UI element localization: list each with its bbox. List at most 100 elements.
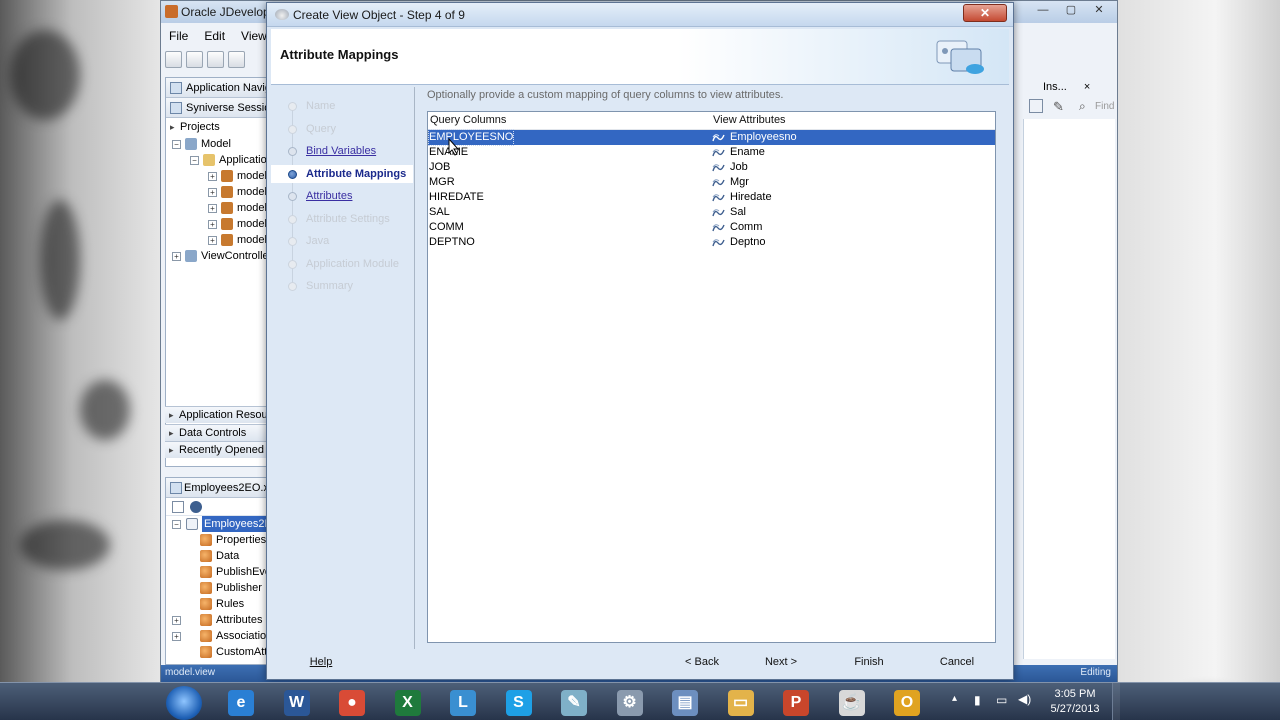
step-attributes[interactable]: Attributes [271, 187, 413, 205]
maximize-icon[interactable]: ▢ [1059, 3, 1083, 19]
properties-icon[interactable] [1029, 99, 1043, 113]
view-attribute-cell[interactable]: Hiredate [730, 190, 772, 205]
pencil-icon[interactable]: ✎ [1053, 99, 1064, 115]
view-attribute-cell[interactable]: Ename [730, 145, 765, 160]
taskbar-app[interactable]: O [884, 686, 930, 720]
taskbar-app[interactable]: ⚙ [607, 686, 653, 720]
projects-header[interactable]: ▸ Projects [166, 118, 266, 136]
cancel-button[interactable]: Cancel [919, 653, 995, 671]
expand-icon[interactable]: + [208, 172, 217, 181]
expand-icon[interactable]: + [172, 616, 181, 625]
open-icon[interactable] [186, 51, 203, 68]
taskbar-app[interactable]: ● [329, 686, 375, 720]
step-attribute-mappings[interactable]: Attribute Mappings [271, 164, 413, 183]
next-button[interactable]: Next > [745, 653, 817, 671]
taskbar-app[interactable]: L [440, 686, 486, 720]
view-attribute-cell[interactable]: Job [730, 160, 748, 175]
expand-icon[interactable]: + [208, 236, 217, 245]
collapse-icon[interactable]: − [172, 140, 181, 149]
structure-item[interactable]: Rules [166, 596, 266, 612]
binoculars-icon[interactable] [190, 501, 202, 513]
taskbar-app[interactable]: ☕ [829, 686, 875, 720]
view-attribute-cell[interactable]: Employeesno [730, 130, 797, 145]
monitor-icon[interactable]: ▭ [996, 693, 1007, 707]
minimize-icon[interactable]: — [1031, 3, 1055, 19]
tab-connection[interactable]: Syniverse Session [166, 98, 266, 118]
start-button[interactable] [166, 686, 202, 720]
table-row[interactable]: SAL Sal [428, 205, 995, 220]
collapse-icon[interactable]: − [172, 520, 181, 529]
tree-item[interactable]: + model [166, 168, 267, 184]
structure-item[interactable]: Properties [166, 532, 266, 548]
structure-item[interactable]: Data [166, 548, 266, 564]
structure-item[interactable]: Publisher [166, 580, 266, 596]
query-column-cell[interactable]: COMM [429, 220, 464, 235]
volume-icon[interactable]: ◀) [1018, 692, 1031, 706]
expand-icon[interactable]: + [172, 252, 181, 261]
tree-item[interactable]: − Model [166, 136, 266, 152]
clock[interactable]: 3:05 PM 5/27/2013 [1040, 687, 1110, 717]
query-column-cell[interactable]: JOB [429, 160, 450, 175]
taskbar-app[interactable]: X [385, 686, 431, 720]
close-icon[interactable]: ✕ [1087, 3, 1111, 19]
tab-structure[interactable]: Employees2EO.xml [166, 478, 266, 498]
expand-icon[interactable]: + [208, 188, 217, 197]
menu-file[interactable]: File [169, 25, 188, 47]
table-row[interactable]: MGR Mgr [428, 175, 995, 190]
tab-application-navigator[interactable]: Application Navigator [166, 78, 266, 98]
query-column-cell[interactable]: MGR [429, 175, 455, 190]
taskbar-app[interactable]: ▭ [718, 686, 764, 720]
menu-view[interactable]: View [241, 25, 267, 47]
section-recently-opened[interactable]: ▸ Recently Opened Files [165, 441, 267, 458]
structure-item[interactable]: CustomAttributes [166, 644, 300, 660]
expand-icon[interactable]: + [208, 220, 217, 229]
table-row[interactable]: EMPLOYEESNO Employeesno [427, 129, 995, 146]
close-icon[interactable]: ✕ [963, 4, 1007, 22]
structure-item[interactable]: − Employees2EO [166, 516, 283, 532]
structure-item[interactable]: + Attributes [166, 612, 266, 628]
save-icon[interactable] [207, 51, 224, 68]
query-column-cell[interactable]: SAL [429, 205, 450, 220]
taskbar-app[interactable]: P [773, 686, 819, 720]
tree-item[interactable]: + model [166, 184, 267, 200]
new-icon[interactable] [165, 51, 182, 68]
step-bind-variables[interactable]: Bind Variables [271, 142, 413, 160]
help-button[interactable]: Help [285, 653, 357, 671]
column-header-view[interactable]: View Attributes [713, 114, 786, 126]
find-field[interactable]: Find [1095, 101, 1114, 112]
structure-item[interactable]: + Associations [166, 628, 278, 644]
tree-item[interactable]: −Application Sources [166, 152, 316, 168]
structure-item[interactable]: PublishEvents [166, 564, 286, 580]
tree-item[interactable]: + model [166, 200, 267, 216]
tree-view-icon[interactable] [172, 501, 184, 513]
tree-item[interactable]: + ViewController [166, 248, 272, 264]
network-icon[interactable]: ▮ [974, 693, 981, 707]
expand-icon[interactable]: + [208, 204, 217, 213]
query-column-cell[interactable]: EMPLOYEESNO [427, 129, 515, 146]
view-attribute-cell[interactable]: Mgr [730, 175, 749, 190]
table-row[interactable]: JOB Job [428, 160, 995, 175]
query-column-cell[interactable]: DEPTNO [429, 235, 475, 250]
view-attribute-cell[interactable]: Comm [730, 220, 762, 235]
show-desktop-button[interactable] [1112, 683, 1120, 720]
tree-item[interactable]: + model [166, 232, 267, 248]
taskbar-app[interactable]: W [274, 686, 320, 720]
menu-edit[interactable]: Edit [204, 25, 225, 47]
section-application-resources[interactable]: ▸ Application Resources [165, 406, 267, 423]
collapse-icon[interactable]: − [190, 156, 199, 165]
tree-item[interactable]: + model [166, 216, 267, 232]
close-icon[interactable]: × [1084, 81, 1090, 93]
search-icon[interactable]: ⌕ [1079, 99, 1086, 114]
query-column-cell[interactable]: HIREDATE [429, 190, 484, 205]
table-row[interactable]: ENAMEEname [428, 145, 995, 160]
tab-inspector[interactable]: Ins... × [1023, 77, 1115, 97]
tray-expand-icon[interactable]: ▴ [952, 693, 957, 704]
table-row[interactable]: COMM Comm [428, 220, 995, 235]
taskbar-app[interactable]: e [218, 686, 264, 720]
view-attribute-cell[interactable]: Sal [730, 205, 746, 220]
table-row[interactable]: DEPTNO Deptno [428, 235, 995, 250]
table-row[interactable]: HIREDATE Hiredate [428, 190, 995, 205]
taskbar-app[interactable]: ▤ [662, 686, 708, 720]
taskbar-app[interactable]: ✎ [551, 686, 597, 720]
expand-icon[interactable]: + [172, 632, 181, 641]
